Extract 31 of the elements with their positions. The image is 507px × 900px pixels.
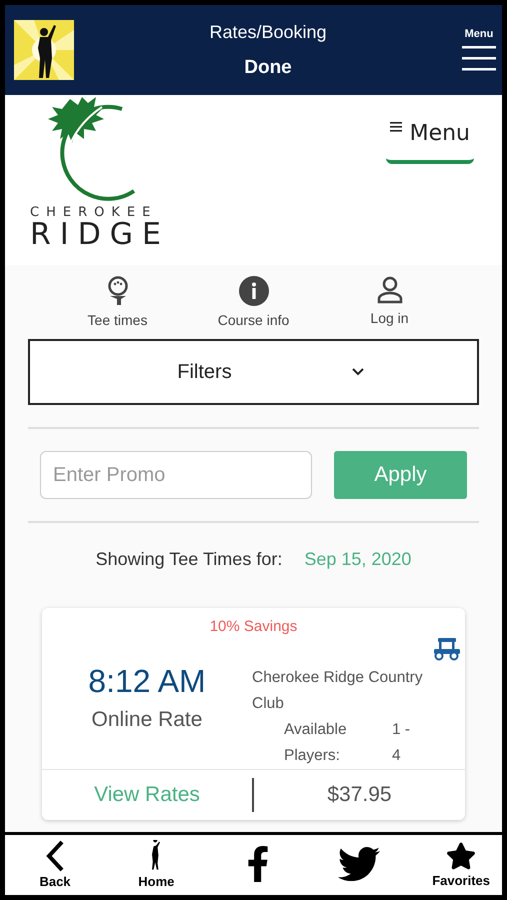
showing-label: Showing Tee Times for: bbox=[96, 549, 282, 570]
menu-icon bbox=[390, 121, 402, 133]
user-icon bbox=[376, 276, 402, 304]
logo-text: CHEROKEE bbox=[30, 205, 158, 220]
nav-tab[interactable]: Course info bbox=[198, 275, 308, 329]
star-button[interactable]: Favorites bbox=[432, 835, 490, 893]
course-name: Cherokee Ridge Country Club bbox=[252, 668, 424, 714]
menu-button[interactable]: Menu bbox=[462, 28, 496, 72]
players-value: 1 - 4 bbox=[392, 720, 412, 766]
logo-text: RIDGE bbox=[30, 220, 170, 250]
nav-tab[interactable]: Log in bbox=[334, 275, 444, 329]
savings-text: 10% Savings bbox=[210, 618, 298, 635]
golf-ball-tee-icon bbox=[106, 276, 128, 306]
price: $37.95 bbox=[326, 783, 393, 807]
back-icon bbox=[45, 840, 65, 872]
nav-tab[interactable]: Tee times bbox=[62, 275, 172, 329]
page-title: Rates/Booking bbox=[209, 22, 327, 42]
promo-input[interactable]: Enter Promo bbox=[40, 451, 312, 499]
menu-button[interactable]: Menu bbox=[386, 121, 474, 164]
date-text: Sep 15, 2020 bbox=[304, 549, 412, 570]
home-button[interactable]: Home bbox=[128, 835, 184, 893]
info-icon bbox=[238, 276, 268, 306]
golf-cart-icon bbox=[433, 637, 461, 661]
done-button[interactable]: Done bbox=[244, 56, 292, 78]
players-label: Available Players: bbox=[284, 720, 348, 766]
filters-dropdown[interactable]: Filters bbox=[28, 339, 479, 405]
back-button[interactable]: Back bbox=[27, 835, 83, 893]
star-icon bbox=[446, 840, 476, 870]
tee-time: 8:12 AM bbox=[88, 663, 206, 700]
rate-name: Online Rate bbox=[92, 708, 202, 732]
chevron-down-icon bbox=[352, 368, 364, 376]
